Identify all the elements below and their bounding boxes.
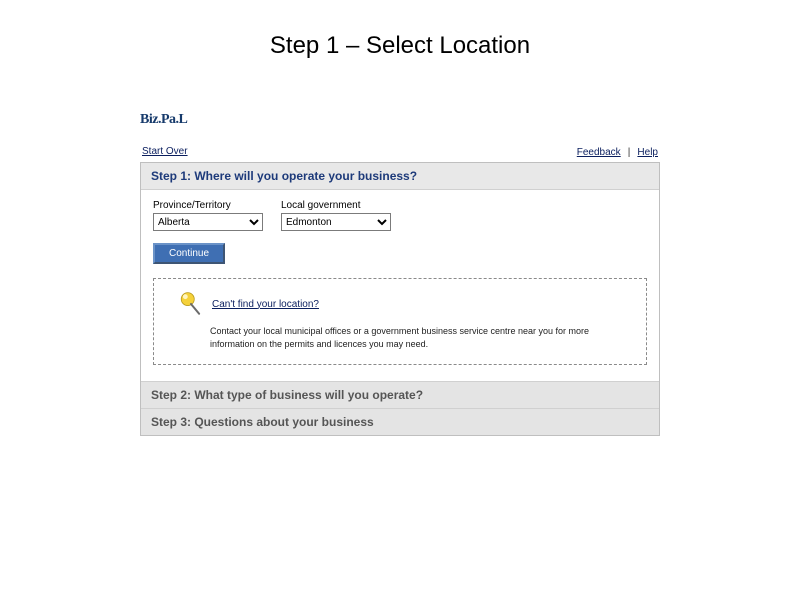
localgov-select[interactable]: Edmonton [281,213,391,231]
hint-box: Can't find your location? Contact your l… [153,278,647,365]
start-over-link[interactable]: Start Over [142,146,188,158]
brand-logo: Biz.Pa.L [140,112,660,128]
province-field: Province/Territory Alberta [153,200,263,231]
step1-heading: Step 1: Where will you operate your busi… [141,163,659,190]
hint-text: Contact your local municipal offices or … [168,325,632,350]
localgov-field: Local government Edmonton [281,200,391,231]
step1-body: Province/Territory Alberta Local governm… [141,190,659,381]
province-select[interactable]: Alberta [153,213,263,231]
step3-heading[interactable]: Step 3: Questions about your business [141,408,659,435]
province-label: Province/Territory [153,200,263,211]
continue-button[interactable]: Continue [153,243,225,264]
pushpin-icon [168,291,204,317]
slide-title: Step 1 – Select Location [0,0,800,60]
feedback-link[interactable]: Feedback [577,147,621,158]
localgov-label: Local government [281,200,391,211]
step2-heading[interactable]: Step 2: What type of business will you o… [141,381,659,408]
top-nav: Start Over Feedback | Help [140,146,660,162]
help-link[interactable]: Help [637,147,658,158]
cant-find-location-link[interactable]: Can't find your location? [212,299,319,310]
app-window: Biz.Pa.L Start Over Feedback | Help Step… [140,112,660,436]
wizard-panel: Step 1: Where will you operate your busi… [140,162,660,436]
separator: | [624,147,635,158]
topbar-right: Feedback | Help [577,146,658,158]
